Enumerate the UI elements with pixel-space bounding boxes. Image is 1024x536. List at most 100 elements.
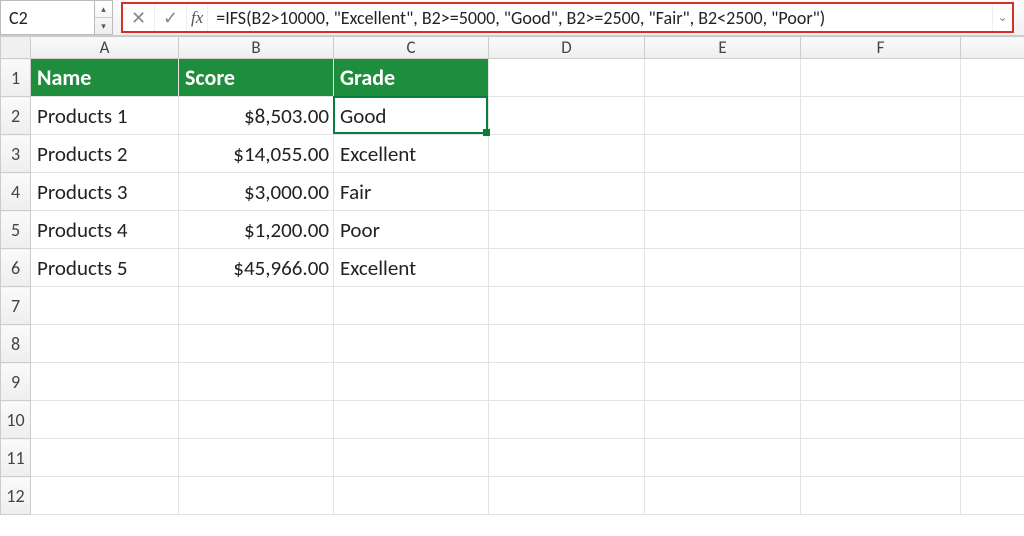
cell-F9[interactable] [801, 363, 961, 401]
cell-F12[interactable] [801, 477, 961, 515]
col-header-B[interactable]: B [179, 37, 334, 59]
cell-D6[interactable] [489, 249, 645, 287]
cell-A8[interactable] [31, 325, 179, 363]
cell-A10[interactable] [31, 401, 179, 439]
row-header-9[interactable]: 9 [1, 363, 31, 401]
cell-C8[interactable] [334, 325, 489, 363]
cell-F10[interactable] [801, 401, 961, 439]
cell-B9[interactable] [179, 363, 334, 401]
cell-B2[interactable]: $8,503.00 [179, 97, 334, 135]
cell-C11[interactable] [334, 439, 489, 477]
cell-C6[interactable]: Excellent [334, 249, 489, 287]
enter-button[interactable]: ✓ [155, 4, 187, 31]
cell-G1[interactable] [961, 59, 1024, 97]
cell-G7[interactable] [961, 287, 1024, 325]
formula-expand-button[interactable]: ⌄ [992, 4, 1012, 31]
select-all-corner[interactable] [1, 37, 31, 59]
cell-E10[interactable] [645, 401, 801, 439]
cell-B4[interactable]: $3,000.00 [179, 173, 334, 211]
cell-F7[interactable] [801, 287, 961, 325]
cell-D1[interactable] [489, 59, 645, 97]
cell-E6[interactable] [645, 249, 801, 287]
col-header-D[interactable]: D [489, 37, 645, 59]
cell-C5[interactable]: Poor [334, 211, 489, 249]
cell-A9[interactable] [31, 363, 179, 401]
cell-B5[interactable]: $1,200.00 [179, 211, 334, 249]
cell-F1[interactable] [801, 59, 961, 97]
cell-D12[interactable] [489, 477, 645, 515]
cell-A7[interactable] [31, 287, 179, 325]
name-box[interactable]: C2 [0, 0, 95, 35]
cell-A6[interactable]: Products 5 [31, 249, 179, 287]
cell-E5[interactable] [645, 211, 801, 249]
cell-G8[interactable] [961, 325, 1024, 363]
cell-G10[interactable] [961, 401, 1024, 439]
cancel-button[interactable]: ✕ [123, 4, 155, 31]
cell-G4[interactable] [961, 173, 1024, 211]
cell-D3[interactable] [489, 135, 645, 173]
name-box-stepper[interactable]: ▴ ▾ [95, 0, 113, 35]
grid[interactable]: A B C D E F 1 Name Score Grade 2 Product… [0, 36, 1024, 515]
cell-A1[interactable]: Name [31, 59, 179, 97]
col-header-E[interactable]: E [645, 37, 801, 59]
cell-A12[interactable] [31, 477, 179, 515]
cell-B1[interactable]: Score [179, 59, 334, 97]
cell-E3[interactable] [645, 135, 801, 173]
cell-D7[interactable] [489, 287, 645, 325]
cell-C4[interactable]: Fair [334, 173, 489, 211]
cell-A11[interactable] [31, 439, 179, 477]
cell-A4[interactable]: Products 3 [31, 173, 179, 211]
cell-F2[interactable] [801, 97, 961, 135]
fx-label[interactable]: fx [187, 4, 208, 31]
cell-F8[interactable] [801, 325, 961, 363]
row-header-4[interactable]: 4 [1, 173, 31, 211]
cell-D9[interactable] [489, 363, 645, 401]
cell-E7[interactable] [645, 287, 801, 325]
cell-F5[interactable] [801, 211, 961, 249]
cell-D8[interactable] [489, 325, 645, 363]
cell-C2[interactable]: Good [334, 97, 489, 135]
cell-G12[interactable] [961, 477, 1024, 515]
cell-E9[interactable] [645, 363, 801, 401]
cell-D11[interactable] [489, 439, 645, 477]
cell-F4[interactable] [801, 173, 961, 211]
cell-B12[interactable] [179, 477, 334, 515]
row-header-11[interactable]: 11 [1, 439, 31, 477]
cell-D2[interactable] [489, 97, 645, 135]
cell-E1[interactable] [645, 59, 801, 97]
cell-D10[interactable] [489, 401, 645, 439]
col-header-A[interactable]: A [31, 37, 179, 59]
cell-F6[interactable] [801, 249, 961, 287]
row-header-3[interactable]: 3 [1, 135, 31, 173]
cell-B3[interactable]: $14,055.00 [179, 135, 334, 173]
cell-E12[interactable] [645, 477, 801, 515]
cell-B6[interactable]: $45,966.00 [179, 249, 334, 287]
cell-C7[interactable] [334, 287, 489, 325]
row-header-10[interactable]: 10 [1, 401, 31, 439]
row-header-12[interactable]: 12 [1, 477, 31, 515]
cell-C1[interactable]: Grade [334, 59, 489, 97]
cell-G9[interactable] [961, 363, 1024, 401]
cell-F11[interactable] [801, 439, 961, 477]
cell-E8[interactable] [645, 325, 801, 363]
cell-D5[interactable] [489, 211, 645, 249]
cell-D4[interactable] [489, 173, 645, 211]
cell-F3[interactable] [801, 135, 961, 173]
row-header-1[interactable]: 1 [1, 59, 31, 97]
col-header-C[interactable]: C [334, 37, 489, 59]
row-header-2[interactable]: 2 [1, 97, 31, 135]
col-header-F[interactable]: F [801, 37, 961, 59]
cell-G5[interactable] [961, 211, 1024, 249]
cell-G11[interactable] [961, 439, 1024, 477]
formula-input[interactable] [208, 4, 992, 31]
cell-C12[interactable] [334, 477, 489, 515]
cell-C10[interactable] [334, 401, 489, 439]
cell-C9[interactable] [334, 363, 489, 401]
cell-G6[interactable] [961, 249, 1024, 287]
cell-B8[interactable] [179, 325, 334, 363]
cell-E2[interactable] [645, 97, 801, 135]
col-header-G[interactable] [961, 37, 1024, 59]
cell-E4[interactable] [645, 173, 801, 211]
cell-G3[interactable] [961, 135, 1024, 173]
cell-B7[interactable] [179, 287, 334, 325]
